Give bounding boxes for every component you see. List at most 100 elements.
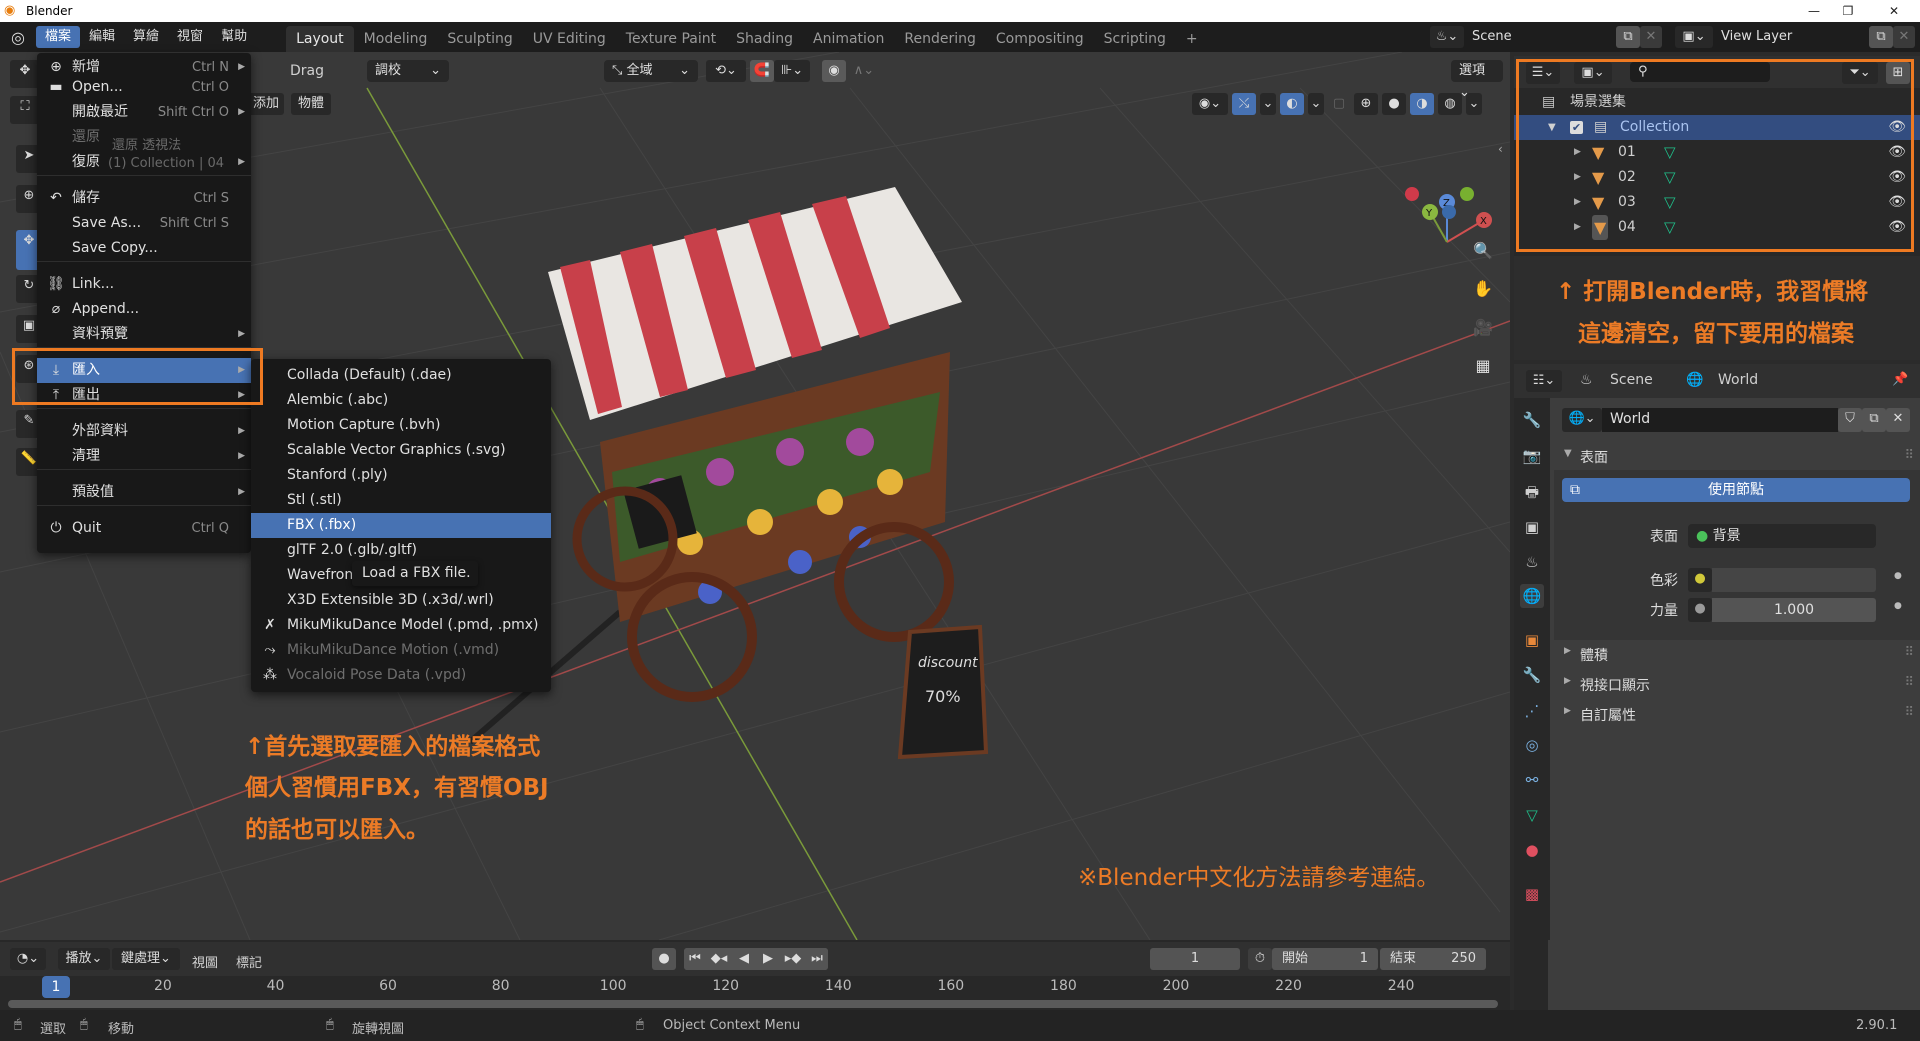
delete-scene-icon[interactable]: ✕ xyxy=(1640,26,1662,48)
play-reverse-icon[interactable]: ◀ xyxy=(732,948,756,970)
import-menu-item[interactable]: Stanford (.ply) xyxy=(251,463,551,488)
duplicate-icon[interactable]: ⧉ xyxy=(1862,408,1886,432)
menu-add[interactable]: 添加 xyxy=(248,93,284,115)
blender-menu-icon[interactable]: ◎ xyxy=(0,28,36,47)
menu-view[interactable]: 視圖 xyxy=(192,952,218,971)
menu-help[interactable]: 幫助 xyxy=(212,26,256,48)
menu-playback[interactable]: 播放⌄ xyxy=(58,948,110,970)
import-menu-item[interactable]: ✗ MikuMikuDance Model (.pmd, .pmx) xyxy=(251,613,551,638)
menu-object[interactable]: 物體 xyxy=(291,93,331,115)
view-layer-name[interactable]: View Layer xyxy=(1713,26,1869,48)
scene-selector[interactable]: ♨⌄ Scene ⧉ ✕ xyxy=(1430,26,1662,48)
tab-scripting[interactable]: Scripting xyxy=(1094,26,1176,52)
drag-handle-icon[interactable]: ⠿ xyxy=(1904,448,1914,463)
wireframe-shading-icon[interactable]: ⊕ xyxy=(1354,93,1378,115)
pin-icon[interactable]: 📌 xyxy=(1892,372,1908,387)
end-frame-field[interactable]: 結束 250 xyxy=(1380,948,1486,970)
tab-animation[interactable]: Animation xyxy=(803,26,894,52)
panel-surface-header[interactable]: ▼ 表面 ⠿ xyxy=(1554,444,1920,470)
chevron-down-icon[interactable]: ⌄ xyxy=(1260,93,1276,115)
import-menu-item[interactable]: Collada (Default) (.dae) xyxy=(251,363,551,388)
prev-keyframe-icon[interactable]: ◆◂ xyxy=(706,948,732,970)
constraints-tab-icon[interactable]: ⚯ xyxy=(1520,768,1544,792)
overlays-icon[interactable]: ◐ xyxy=(1280,93,1304,115)
file-menu-item[interactable]: 清理 ▶ xyxy=(37,444,251,469)
import-menu-item[interactable]: Scalable Vector Graphics (.svg) xyxy=(251,438,551,463)
physics-tab-icon[interactable]: ◎ xyxy=(1520,733,1544,757)
view-layer-selector[interactable]: ▣⌄ View Layer ⧉ ✕ xyxy=(1675,26,1915,48)
current-frame-field[interactable]: 1 xyxy=(1150,948,1240,970)
menu-file[interactable]: 檔案 xyxy=(36,26,81,48)
panel-header-collapsed[interactable]: ▶ 視接口顯示 ⠿ xyxy=(1554,670,1920,698)
material-shading-icon[interactable]: ◑ xyxy=(1410,93,1434,115)
keyframe-dot-icon[interactable]: ● xyxy=(1894,601,1902,611)
file-menu-item[interactable]: ▬ Open... Ctrl O xyxy=(37,75,251,100)
stopwatch-icon[interactable]: ⏱ xyxy=(1248,948,1272,970)
xray-icon[interactable]: ▢ xyxy=(1328,93,1350,115)
mode-icon[interactable]: ✥ xyxy=(10,60,40,88)
falloff-icon[interactable]: ∧⌄ xyxy=(846,60,882,82)
tab-compositing[interactable]: Compositing xyxy=(986,26,1094,52)
file-menu-item[interactable]: Save Copy... xyxy=(37,236,251,261)
editor-type-icon[interactable]: ◔⌄ xyxy=(10,948,46,970)
tab-layout[interactable]: Layout xyxy=(286,26,354,52)
tab-modeling[interactable]: Modeling xyxy=(354,26,438,52)
drag-handle-icon[interactable]: ⠿ xyxy=(1904,675,1914,690)
close-button[interactable]: ✕ xyxy=(1872,0,1916,22)
playhead[interactable]: 1 xyxy=(42,976,70,998)
import-menu-item[interactable]: ⤳ MikuMikuDance Motion (.vmd) xyxy=(251,638,551,663)
gizmo-icon[interactable]: ⤯ xyxy=(1232,93,1256,115)
menu-marker[interactable]: 標記 xyxy=(236,952,262,971)
tab-rendering[interactable]: Rendering xyxy=(894,26,986,52)
import-menu-item[interactable]: X3D Extensible 3D (.x3d/.wrl) xyxy=(251,588,551,613)
visibility-icon[interactable]: ◉⌄ xyxy=(1192,93,1228,115)
zoom-view-icon[interactable]: 🔍 xyxy=(1470,238,1496,264)
view-layer-tab-icon[interactable]: ▣ xyxy=(1520,515,1544,539)
scene-tab-icon[interactable]: ♨ xyxy=(1520,550,1544,574)
tab-sculpting[interactable]: Sculpting xyxy=(437,26,522,52)
strength-field[interactable]: ● 1.000 xyxy=(1688,598,1876,622)
import-menu-item[interactable]: Stl (.stl) xyxy=(251,488,551,513)
import-menu-item[interactable]: ⁂ Vocaloid Pose Data (.vpd) xyxy=(251,663,551,688)
sidebar-toggle-icon[interactable]: ‹ xyxy=(1498,142,1503,156)
tab-uv-editing[interactable]: UV Editing xyxy=(523,26,616,52)
panel-header-collapsed[interactable]: ▶ 自訂屬性 ⠿ xyxy=(1554,700,1920,728)
render-tab-icon[interactable]: 📷 xyxy=(1520,444,1544,468)
menu-keying[interactable]: 鍵處理⌄ xyxy=(112,948,180,970)
data-tab-icon[interactable]: ▽ xyxy=(1520,803,1544,827)
jump-start-icon[interactable]: ⏮ xyxy=(684,948,706,970)
tab-shading[interactable]: Shading xyxy=(726,26,803,52)
breadcrumb-scene[interactable]: Scene xyxy=(1610,372,1653,388)
fake-user-icon[interactable]: ⛉ xyxy=(1838,408,1862,432)
color-socket-icon[interactable]: ● xyxy=(1688,568,1712,592)
options-dropdown[interactable]: 選項⌄ xyxy=(1451,60,1503,100)
new-scene-icon[interactable]: ⧉ xyxy=(1616,26,1640,48)
next-keyframe-icon[interactable]: ▸◆ xyxy=(780,948,806,970)
file-menu-item[interactable]: ⌀ Append... xyxy=(37,297,251,322)
transform-orientation-dropdown[interactable]: ⤡ 全域 ⌄ xyxy=(604,60,698,82)
chevron-down-icon[interactable]: ⌄ xyxy=(1308,93,1324,115)
rendered-shading-icon[interactable]: ◍ xyxy=(1438,93,1462,115)
texture-tab-icon[interactable]: ▩ xyxy=(1520,882,1544,906)
new-view-layer-icon[interactable]: ⧉ xyxy=(1869,26,1893,48)
world-name-field[interactable]: World xyxy=(1602,408,1838,432)
drag-mode-dropdown[interactable]: 調校 ⌄ xyxy=(367,60,449,82)
navigation-gizmo[interactable]: Z X Y xyxy=(1405,187,1492,243)
unlink-icon[interactable]: ✕ xyxy=(1886,408,1910,432)
object-tab-icon[interactable]: ▣ xyxy=(1520,628,1544,652)
file-menu-item[interactable]: 開啟最近 Shift Ctrl O ▶ xyxy=(37,100,251,125)
file-menu-item[interactable]: ⏻ Quit Ctrl Q xyxy=(37,516,251,541)
snap-target-icon[interactable]: ⊪⌄ xyxy=(774,60,810,82)
file-menu-item[interactable]: ⛓ Link... xyxy=(37,272,251,297)
surface-shader-field[interactable]: ● 背景 xyxy=(1688,524,1876,548)
file-menu-item[interactable]: Save As... Shift Ctrl S xyxy=(37,211,251,236)
solid-shading-icon[interactable]: ● xyxy=(1382,93,1406,115)
tab-texture-paint[interactable]: Texture Paint xyxy=(616,26,726,52)
tool-tab-icon[interactable]: 🔧 xyxy=(1520,408,1544,432)
import-menu-item[interactable]: Alembic (.abc) xyxy=(251,388,551,413)
play-icon[interactable]: ▶ xyxy=(756,948,780,970)
frame-icon[interactable]: ⛶ xyxy=(10,96,40,124)
add-workspace-button[interactable]: + xyxy=(1176,26,1208,52)
color-field[interactable]: ● xyxy=(1688,568,1876,592)
import-menu-item[interactable]: Motion Capture (.bvh) xyxy=(251,413,551,438)
